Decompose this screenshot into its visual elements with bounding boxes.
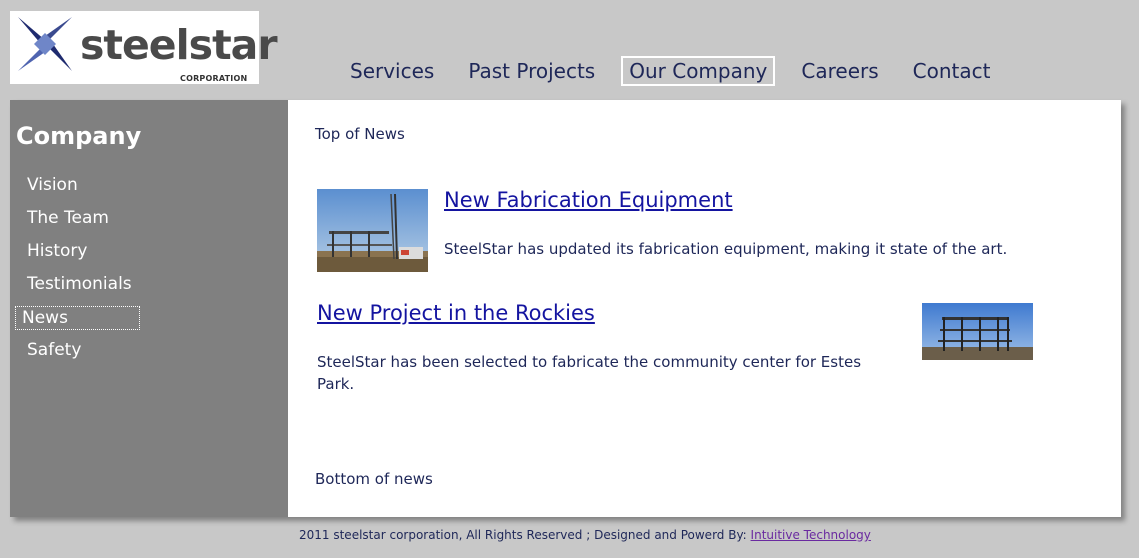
bottom-of-news-label: Bottom of news <box>315 470 433 488</box>
sidebar-item-history[interactable]: History <box>15 240 140 273</box>
sidebar-item-testimonials[interactable]: Testimonials <box>15 273 140 306</box>
nav-services[interactable]: Services <box>342 56 442 86</box>
sidebar-item-the-team[interactable]: The Team <box>15 207 140 240</box>
sidebar-title: Company <box>16 122 142 150</box>
nav-our-company[interactable]: Our Company <box>621 56 776 86</box>
news-headline-fabrication[interactable]: New Fabrication Equipment <box>444 188 733 212</box>
nav-careers[interactable]: Careers <box>793 56 886 86</box>
footer: 2011 steelstar corporation, All Rights R… <box>299 528 871 542</box>
logo-subtitle: CORPORATION <box>180 74 248 83</box>
fabrication-equipment-photo <box>317 189 428 272</box>
rockies-project-photo <box>922 303 1033 360</box>
sidebar-item-vision[interactable]: Vision <box>15 174 140 207</box>
logo-wordmark: steelstar <box>80 21 278 69</box>
top-of-news-label: Top of News <box>315 125 405 143</box>
star-logo-icon <box>18 17 72 71</box>
footer-copyright: 2011 steelstar corporation, All Rights R… <box>299 528 751 542</box>
news-body-fabrication: SteelStar has updated its fabrication eq… <box>444 240 1008 258</box>
sidebar-item-news[interactable]: News <box>15 306 140 330</box>
steelstar-logo[interactable]: steelstar CORPORATION <box>10 11 278 84</box>
main-nav: Services Past Projects Our Company Caree… <box>342 56 1016 86</box>
nav-contact[interactable]: Contact <box>905 56 999 86</box>
sidebar-list: Vision The Team History Testimonials New… <box>15 174 140 372</box>
footer-designer-link[interactable]: Intuitive Technology <box>751 528 871 542</box>
main-panel: Company Vision The Team History Testimon… <box>10 100 1121 517</box>
nav-past-projects[interactable]: Past Projects <box>460 56 603 86</box>
sidebar: Company Vision The Team History Testimon… <box>10 100 288 517</box>
news-headline-rockies[interactable]: New Project in the Rockies <box>317 301 595 325</box>
news-body-rockies: SteelStar has been selected to fabricate… <box>317 353 862 393</box>
sidebar-item-safety[interactable]: Safety <box>15 339 140 372</box>
